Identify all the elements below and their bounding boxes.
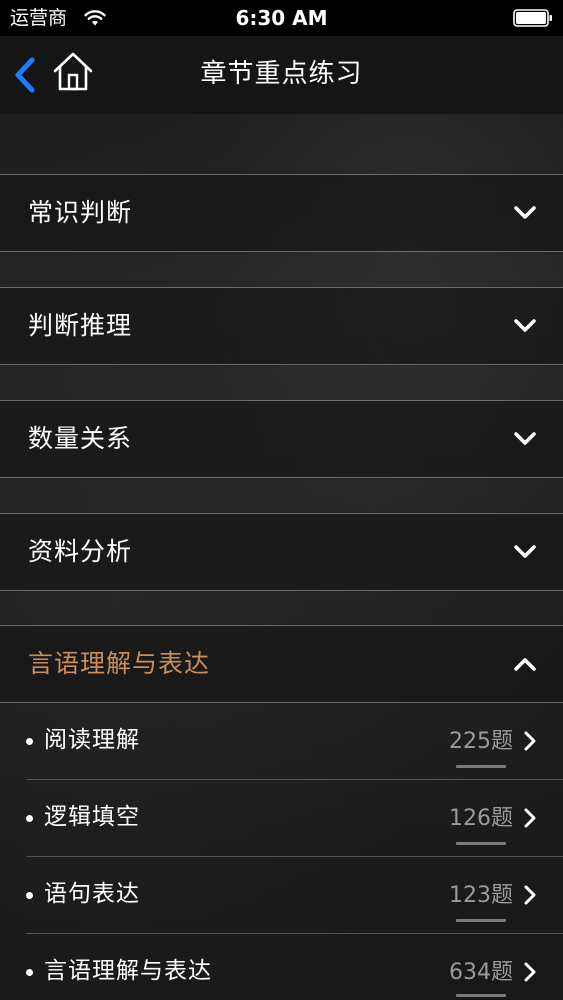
section-header-quantitative[interactable]: 数量关系	[0, 400, 563, 478]
progress-bar	[456, 765, 506, 768]
chevron-up-icon	[514, 658, 536, 671]
status-time: 6:30 AM	[235, 6, 328, 30]
chevron-right-icon	[524, 885, 536, 905]
bullet-dot	[26, 815, 33, 822]
chevron-down-icon	[514, 432, 536, 445]
chevron-down-icon	[514, 206, 536, 219]
question-count: 126题	[449, 806, 513, 831]
page-title: 章节重点练习	[200, 59, 363, 89]
list-item-label: 言语理解与表达	[44, 958, 212, 984]
section-header-data-analysis[interactable]: 资料分析	[0, 513, 563, 591]
bullet-dot	[26, 892, 33, 899]
battery-icon	[513, 9, 552, 27]
section-label: 数量关系	[28, 424, 133, 453]
question-count: 634题	[449, 960, 513, 985]
section-label: 资料分析	[28, 537, 133, 566]
question-count: 225题	[449, 729, 513, 754]
question-count: 123题	[449, 883, 513, 908]
list-item-fill-blank[interactable]: 逻辑填空 126题	[0, 780, 563, 857]
chevron-right-icon	[524, 731, 536, 751]
chevron-right-icon	[524, 962, 536, 982]
progress-bar	[456, 994, 506, 997]
chevron-down-icon	[514, 319, 536, 332]
list-item-label: 语句表达	[44, 881, 140, 907]
section-label: 常识判断	[28, 198, 133, 227]
status-bar: 运营商 6:30 AM	[0, 0, 563, 36]
list-item-label: 逻辑填空	[44, 804, 140, 830]
list-item-verbal-comprehension[interactable]: 言语理解与表达 634题	[0, 934, 563, 1000]
progress-bar	[456, 842, 506, 845]
screen: 运营商 6:30 AM 章节重点练习 常识判断 判断推理 数量关系 资料分析 言…	[0, 0, 563, 1000]
progress-bar	[456, 919, 506, 922]
section-label: 判断推理	[28, 311, 133, 340]
bullet-dot	[26, 969, 33, 976]
section-header-reasoning[interactable]: 判断推理	[0, 287, 563, 365]
nav-bar: 章节重点练习	[0, 36, 563, 114]
list-item-sentence-expression[interactable]: 语句表达 123题	[0, 857, 563, 934]
chevron-right-icon	[524, 808, 536, 828]
bullet-dot	[26, 738, 33, 745]
section-header-common-sense[interactable]: 常识判断	[0, 174, 563, 252]
list-item-reading[interactable]: 阅读理解 225题	[0, 703, 563, 780]
section-header-verbal[interactable]: 言语理解与表达	[0, 625, 563, 703]
chevron-down-icon	[514, 545, 536, 558]
section-label: 言语理解与表达	[28, 649, 211, 678]
list-item-label: 阅读理解	[44, 727, 140, 753]
